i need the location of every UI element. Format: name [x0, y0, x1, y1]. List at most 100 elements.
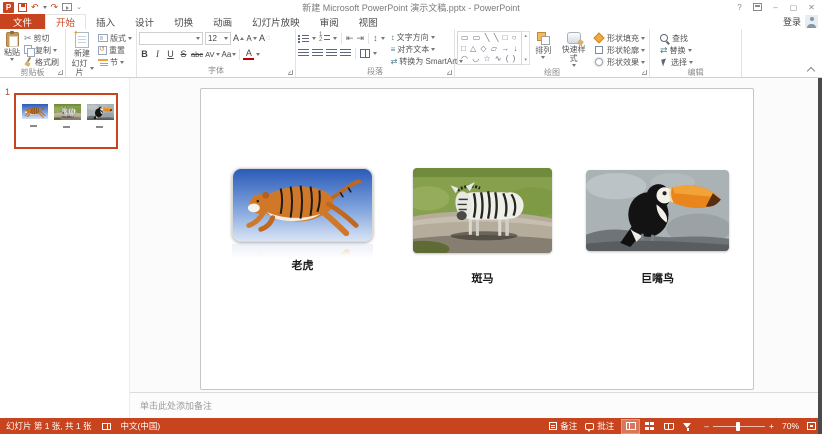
- minimize-button[interactable]: –: [767, 1, 784, 14]
- slide[interactable]: 老虎 斑马 巨嘴鸟: [200, 88, 754, 390]
- font-color-button[interactable]: A: [243, 48, 254, 60]
- reset-button[interactable]: 重置: [96, 44, 134, 56]
- grow-font-button[interactable]: A: [233, 32, 244, 44]
- undo-icon[interactable]: ↶: [31, 2, 39, 12]
- tab-file[interactable]: 文件: [0, 14, 45, 29]
- copy-button[interactable]: 复制: [22, 44, 61, 56]
- replace-button[interactable]: 替换: [658, 44, 695, 56]
- clear-formatting-button[interactable]: A◌: [259, 32, 270, 44]
- notes-toggle-button[interactable]: 备注: [549, 420, 577, 432]
- layout-button[interactable]: 版式: [96, 32, 134, 44]
- text-shadow-button[interactable]: abc: [191, 48, 203, 60]
- align-right-icon[interactable]: [326, 49, 337, 58]
- dialog-launcher-icon[interactable]: [58, 70, 63, 75]
- zoom-out-button[interactable]: –: [704, 421, 709, 431]
- dialog-launcher-icon[interactable]: [642, 70, 647, 75]
- font-size-combo[interactable]: 12: [205, 32, 231, 45]
- character-spacing-button[interactable]: AV: [205, 48, 219, 60]
- dropdown-arrow-icon: [641, 61, 645, 64]
- decrease-indent-icon[interactable]: ⇤: [346, 34, 354, 43]
- font-group-label: 字体: [137, 66, 295, 77]
- qat-customize-icon[interactable]: ⌄: [76, 3, 82, 11]
- format-painter-button[interactable]: 格式刷: [22, 56, 61, 68]
- toucan-caption[interactable]: 巨嘴鸟: [586, 270, 729, 286]
- bullets-icon[interactable]: [298, 34, 309, 43]
- line-spacing-icon[interactable]: ↕: [373, 34, 378, 43]
- zoom-slider[interactable]: [713, 426, 765, 427]
- select-icon: [661, 58, 668, 66]
- paste-button[interactable]: 粘贴: [2, 31, 22, 68]
- tab-transitions[interactable]: 切换: [164, 14, 203, 29]
- tab-design[interactable]: 设计: [125, 14, 164, 29]
- dropdown-arrow-icon[interactable]: [256, 53, 260, 56]
- text-direction-button[interactable]: ↕文字方向: [389, 31, 465, 43]
- justify-icon[interactable]: [340, 49, 351, 58]
- convert-to-smartart-button[interactable]: ⇄转换为 SmartArt: [389, 55, 465, 67]
- numbering-icon[interactable]: [319, 34, 330, 43]
- slide-thumbnail[interactable]: [14, 93, 118, 149]
- notes-area[interactable]: 单击此处添加备注: [130, 392, 822, 418]
- powerpoint-logo-icon[interactable]: P: [3, 2, 14, 13]
- select-button[interactable]: 选择: [658, 56, 695, 68]
- change-case-button[interactable]: Aa: [222, 48, 237, 60]
- proofing-icon[interactable]: [102, 423, 111, 430]
- zoom-slider-thumb[interactable]: [736, 422, 740, 431]
- zoom-in-button[interactable]: +: [769, 421, 774, 431]
- shrink-font-button[interactable]: A: [246, 32, 257, 44]
- arrange-button[interactable]: 排列: [530, 31, 556, 68]
- italic-button[interactable]: I: [152, 48, 163, 60]
- maximize-button[interactable]: ▢: [785, 1, 802, 14]
- close-button[interactable]: ✕: [803, 1, 820, 14]
- bold-button[interactable]: B: [139, 48, 150, 60]
- zebra-picture[interactable]: [413, 168, 552, 253]
- help-button[interactable]: ?: [731, 1, 748, 14]
- shapes-gallery-scrollbar[interactable]: ▴ ▾: [522, 31, 530, 65]
- slide-sorter-view-button[interactable]: [641, 420, 658, 433]
- tab-animations[interactable]: 动画: [203, 14, 242, 29]
- start-slideshow-icon[interactable]: [62, 3, 72, 11]
- tab-slideshow[interactable]: 幻灯片放映: [242, 14, 310, 29]
- toucan-picture[interactable]: [586, 170, 729, 251]
- align-left-icon[interactable]: [298, 49, 309, 58]
- shape-effects-button[interactable]: 形状效果: [591, 56, 647, 68]
- underline-button[interactable]: U: [165, 48, 176, 60]
- tab-insert[interactable]: 插入: [86, 14, 125, 29]
- shape-outline-button[interactable]: 形状轮廓: [591, 44, 647, 56]
- cut-button[interactable]: 剪切: [22, 32, 61, 44]
- font-name-combo[interactable]: [139, 32, 203, 45]
- fit-slide-to-window-icon[interactable]: [807, 422, 816, 430]
- sign-in[interactable]: 登录: [783, 14, 818, 29]
- dialog-launcher-icon[interactable]: [447, 70, 452, 75]
- normal-view-button[interactable]: [622, 420, 639, 433]
- language-indicator[interactable]: 中文(中国): [121, 420, 161, 432]
- find-button[interactable]: 查找: [658, 32, 695, 44]
- columns-icon[interactable]: [360, 49, 370, 58]
- new-slide-button[interactable]: 新建 幻灯片: [68, 31, 96, 78]
- strikethrough-button[interactable]: S: [178, 48, 189, 60]
- ribbon-display-options-button[interactable]: [749, 1, 766, 14]
- tiger-caption[interactable]: 老虎: [232, 257, 373, 273]
- scroll-down-icon[interactable]: ▾: [525, 57, 528, 63]
- shape-fill-button[interactable]: 形状填充: [591, 32, 647, 44]
- increase-indent-icon[interactable]: ⇥: [357, 34, 365, 43]
- tab-view[interactable]: 视图: [349, 14, 388, 29]
- tab-home[interactable]: 开始: [45, 14, 86, 29]
- comments-toggle-button[interactable]: 批注: [585, 420, 614, 432]
- slideshow-view-button[interactable]: [679, 420, 696, 433]
- shapes-gallery[interactable]: ▭ ▭ ╲ ╲ □ ○ □ △ ◇ ▱ → ↓ ◠ ◡ ☆ ∿ ( ): [457, 31, 522, 65]
- tab-review[interactable]: 审阅: [310, 14, 349, 29]
- scroll-up-icon[interactable]: ▴: [525, 33, 528, 39]
- align-center-icon[interactable]: [312, 49, 323, 58]
- undo-dropdown-arrow-icon[interactable]: [43, 6, 47, 9]
- dialog-launcher-icon[interactable]: [288, 70, 293, 75]
- section-button[interactable]: 节: [96, 56, 134, 68]
- quick-styles-button[interactable]: 快速样式: [556, 31, 591, 68]
- redo-icon[interactable]: ↷: [51, 2, 59, 12]
- slide-counter[interactable]: 幻灯片 第 1 张, 共 1 张: [6, 420, 92, 432]
- zoom-percentage[interactable]: 70%: [782, 421, 799, 431]
- align-text-button[interactable]: ≡对齐文本: [389, 43, 465, 55]
- zebra-caption[interactable]: 斑马: [413, 270, 552, 286]
- reading-view-button[interactable]: [660, 420, 677, 433]
- tiger-picture[interactable]: [232, 168, 373, 242]
- save-icon[interactable]: [18, 3, 27, 12]
